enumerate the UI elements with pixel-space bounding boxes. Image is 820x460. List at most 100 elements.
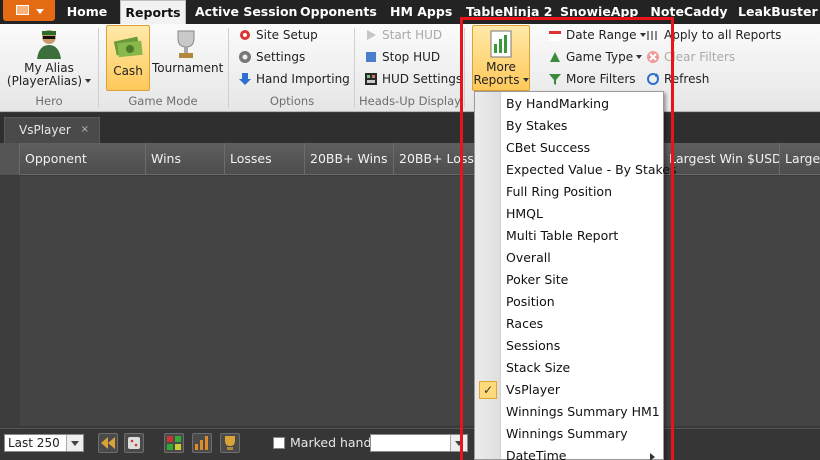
settings-button[interactable]: Settings [238, 48, 305, 66]
tab-leakbuster[interactable]: LeakBuster [738, 0, 818, 24]
start-hud-button[interactable]: Start HUD [364, 26, 442, 44]
column-header-wins[interactable]: Wins [146, 143, 225, 175]
tournament-mode-button[interactable]: Tournament [152, 28, 223, 90]
apply-to-all-reports-label: Apply to all Reports [664, 28, 782, 42]
menu-item-datetime[interactable]: DateTime [475, 445, 663, 460]
tab-hm-apps[interactable]: HM Apps [390, 0, 452, 24]
settings-label: Settings [256, 50, 306, 64]
menu-item-label: Full Ring Position [506, 184, 613, 199]
menu-item-hmql[interactable]: HMQL [475, 203, 663, 225]
refresh-button[interactable]: Refresh [646, 70, 709, 88]
tab-opponents[interactable]: Opponents [300, 0, 377, 24]
menu-item-by-stakes[interactable]: By Stakes [475, 115, 663, 137]
more-filters-label: More Filters [566, 72, 636, 86]
row-selector-header [0, 143, 20, 175]
dice-button[interactable] [124, 433, 144, 453]
more-reports-line2: Reports [473, 73, 520, 87]
game-type-button[interactable]: Game Type [548, 48, 643, 66]
menu-item-poker-site[interactable]: Poker Site [475, 269, 663, 291]
grid-view-button[interactable] [164, 433, 184, 453]
calendar-icon [549, 31, 561, 41]
row-selector-column [0, 176, 20, 426]
doc-tab-label: VsPlayer [19, 123, 71, 137]
chevron-down-icon[interactable] [450, 435, 467, 451]
menu-item-sessions[interactable]: Sessions [475, 335, 663, 357]
filter-icon [549, 74, 561, 85]
menu-item-label: By HandMarking [506, 96, 610, 111]
hand-importing-label: Hand Importing [256, 72, 350, 86]
menu-item-label: Winnings Summary HM1 [506, 404, 660, 419]
doc-tab-vsplayer[interactable]: VsPlayer × [4, 117, 100, 143]
menu-item-label: Expected Value - By Stakes [506, 162, 677, 177]
column-header-opponent[interactable]: Opponent [20, 143, 146, 175]
chevron-down-icon [85, 79, 92, 83]
stop-hud-label: Stop HUD [382, 50, 441, 64]
apply-all-icon [647, 31, 657, 40]
group-divider [98, 28, 99, 108]
column-header-largest-loss[interactable]: Larges [780, 143, 820, 175]
close-icon[interactable]: × [81, 118, 89, 142]
column-header-losses[interactable]: Losses [225, 143, 305, 175]
menu-item-by-handmarking[interactable]: By HandMarking [475, 93, 663, 115]
menu-item-expected-value-by-stakes[interactable]: Expected Value - By Stakes [475, 159, 677, 181]
column-header-20bb-wins[interactable]: 20BB+ Wins [305, 143, 394, 175]
cash-mode-button[interactable]: Cash [106, 25, 150, 91]
trophy-filter-button[interactable] [220, 433, 240, 453]
marked-hands-select[interactable] [370, 434, 468, 452]
cash-icon [113, 36, 143, 58]
stop-hud-button[interactable]: Stop HUD [364, 48, 440, 66]
previous-page-button[interactable] [98, 433, 118, 453]
hand-importing-button[interactable]: Hand Importing [238, 70, 350, 88]
date-range-button[interactable]: Date Range [548, 26, 646, 44]
chevron-down-icon[interactable] [66, 435, 83, 451]
menu-item-label: Overall [506, 250, 551, 265]
tab-tableninja[interactable]: TableNinja 2 [466, 0, 552, 24]
more-reports-button[interactable]: More Reports [472, 25, 530, 91]
apply-to-all-reports-button[interactable]: Apply to all Reports [646, 26, 781, 44]
more-reports-menu: By HandMarking By Stakes CBet Success Expec… [474, 91, 677, 460]
site-setup-button[interactable]: Site Setup [238, 26, 318, 44]
chevron-down-icon [639, 33, 646, 37]
hud-settings-label: HUD Settings [382, 72, 463, 86]
trophy-icon [177, 30, 195, 58]
menu-item-multi-table-report[interactable]: Multi Table Report [475, 225, 663, 247]
tab-active-session[interactable]: Active Session [195, 0, 297, 24]
refresh-label: Refresh [664, 72, 710, 86]
application-menu-button[interactable] [3, 0, 55, 21]
gear-icon [239, 51, 251, 63]
menu-item-winnings-summary[interactable]: Winnings Summary [475, 423, 663, 445]
clear-filters-button[interactable]: Clear Filters [646, 48, 735, 66]
game-type-label: Game Type [566, 50, 634, 64]
checkmark-icon: ✓ [479, 381, 497, 399]
menu-item-label: Poker Site [506, 272, 569, 287]
group-label-hud: Heads-Up Display [359, 94, 461, 108]
menu-item-label: Sessions [506, 338, 561, 353]
menu-item-full-ring-position[interactable]: Full Ring Position [475, 181, 663, 203]
menu-item-label: VsPlayer [506, 382, 560, 397]
date-range-label: Date Range [566, 28, 637, 42]
more-filters-button[interactable]: More Filters [548, 70, 636, 88]
tab-reports[interactable]: Reports [120, 0, 186, 24]
menu-item-overall[interactable]: Overall [475, 247, 663, 269]
tab-notecaddy[interactable]: NoteCaddy [650, 0, 728, 24]
tab-snowieapp[interactable]: SnowieApp [560, 0, 638, 24]
bar-chart-button[interactable] [192, 433, 212, 453]
menu-item-position[interactable]: Position [475, 291, 663, 313]
menu-item-label: By Stakes [506, 118, 568, 133]
chevron-down-icon [522, 78, 529, 82]
menu-item-stack-size[interactable]: Stack Size [475, 357, 663, 379]
menu-item-winnings-summary-hm1[interactable]: Winnings Summary HM1 [475, 401, 663, 423]
menu-item-label: Position [506, 294, 555, 309]
menu-item-label: DateTime [506, 448, 567, 460]
hero-alias-button[interactable]: My Alias (PlayerAlias) [6, 28, 92, 90]
marked-hands-checkbox[interactable] [273, 437, 285, 449]
hands-filter-select[interactable]: Last 250 [4, 434, 84, 452]
tab-home[interactable]: Home [62, 0, 112, 24]
hud-settings-button[interactable]: HUD Settings [364, 70, 462, 88]
menu-item-vsplayer[interactable]: ✓ VsPlayer [475, 379, 663, 401]
column-header-largest-win[interactable]: Largest Win $USD [664, 143, 780, 175]
player-avatar-icon [37, 30, 61, 59]
menu-item-cbet-success[interactable]: CBet Success [475, 137, 663, 159]
menu-item-races[interactable]: Races [475, 313, 663, 335]
menu-item-label: Stack Size [506, 360, 571, 375]
